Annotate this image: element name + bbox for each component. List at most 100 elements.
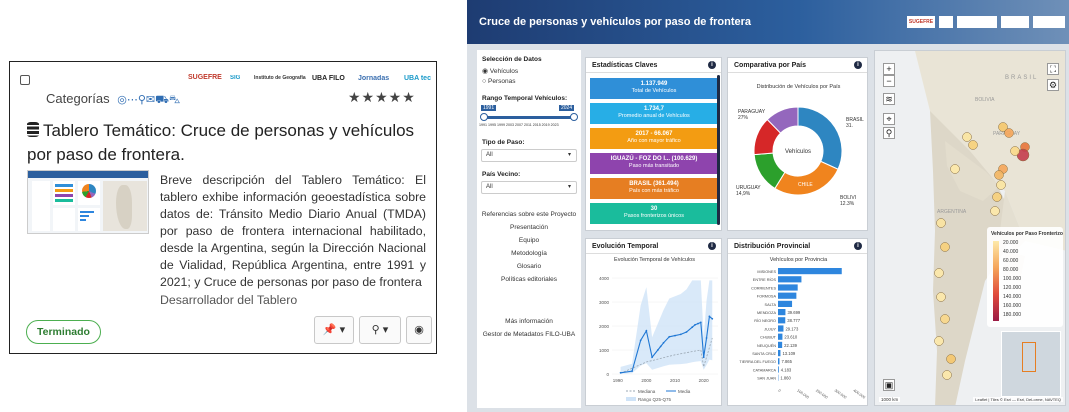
locate-icon[interactable]: ⌖	[883, 113, 895, 125]
radio-people[interactable]: ○ Personas	[482, 78, 516, 85]
bar-mendoza[interactable]	[778, 309, 786, 316]
bar-corrientes[interactable]	[778, 284, 798, 291]
x-tick-label: 2000	[641, 378, 652, 383]
border-crossing-marker[interactable]	[962, 132, 972, 142]
chat-icon[interactable]: ✉	[146, 94, 155, 106]
provincial-panel: Distribución Provincial i Vehículos por …	[727, 238, 868, 406]
logo-instituto: Instituto de Geografía "Romualdo Ardisso…	[254, 75, 306, 81]
bar-category-label: MENDOZA	[757, 311, 776, 315]
border-crossing-marker[interactable]	[936, 292, 946, 302]
pin-button[interactable]: 📌 ▾	[314, 316, 354, 344]
bar-jujuy[interactable]	[778, 325, 784, 332]
ellipsis-icon[interactable]: ⋯	[127, 94, 138, 106]
methodology-link[interactable]: Metodología	[477, 250, 581, 257]
map-pin-icon[interactable]: ⚲	[138, 94, 146, 106]
range-label: Rango Temporal Vehículos:	[482, 95, 568, 102]
pie-slice-paraguay[interactable]	[774, 160, 839, 196]
bar-category-label: SANTA CRUZ	[752, 352, 776, 356]
border-crossing-marker[interactable]	[992, 192, 1002, 202]
bar-salta[interactable]	[778, 300, 793, 307]
bar-category-label: RÍO NEGRO	[754, 319, 776, 323]
settings-icon[interactable]: ⚙	[1047, 79, 1059, 91]
zoom-out-button[interactable]: −	[883, 75, 895, 87]
bar-río-negro[interactable]	[778, 317, 786, 324]
cart-icon[interactable]: ⛍	[169, 94, 180, 106]
temporal-panel: Evolución Temporal i Evolución Temporal …	[585, 238, 722, 406]
editorial-policies-link[interactable]: Políticas editoriales	[477, 276, 581, 283]
bar-value-label: 1.860	[780, 376, 791, 381]
range-handle-end[interactable]	[570, 113, 578, 121]
border-crossing-marker[interactable]	[936, 218, 946, 228]
range-handle-start[interactable]	[480, 113, 488, 121]
border-crossing-marker[interactable]	[934, 336, 944, 346]
border-crossing-marker[interactable]	[934, 268, 944, 278]
info-icon[interactable]: i	[708, 242, 716, 250]
fullscreen-icon[interactable]: ⛶	[1047, 63, 1059, 75]
pass-type-select[interactable]: All ▾	[481, 149, 577, 162]
info-icon[interactable]: i	[854, 242, 862, 250]
metadata-link[interactable]: Gestor de Metadatos FILO-UBA	[477, 331, 581, 338]
range-slider[interactable]	[483, 116, 575, 119]
country-select[interactable]: All ▾	[481, 181, 577, 194]
bar-value-label: 29.173	[785, 326, 798, 331]
bar-entre-ríos[interactable]	[778, 276, 802, 283]
layers-icon[interactable]: ≋	[883, 93, 895, 105]
status-badge: Terminado	[26, 320, 101, 344]
glossary-link[interactable]: Glosario	[477, 263, 581, 270]
border-crossing-marker[interactable]	[990, 206, 1000, 216]
bar-x-tick: 100.000	[796, 389, 810, 400]
pie-slice-brasil[interactable]	[797, 106, 843, 170]
truck-icon[interactable]: ⛟	[155, 94, 169, 106]
bar-santa-cruz[interactable]	[778, 350, 781, 357]
stats-scrollbar[interactable]	[717, 75, 720, 225]
zoom-in-button[interactable]: +	[883, 63, 895, 75]
border-crossing-marker[interactable]	[1004, 128, 1014, 138]
legend-value: 100.000	[1003, 276, 1022, 282]
select-checkbox[interactable]	[20, 75, 30, 85]
bar-misiones[interactable]	[778, 268, 842, 275]
border-crossing-marker[interactable]	[950, 164, 960, 174]
border-crossing-marker[interactable]	[946, 354, 956, 364]
radio-vehicles[interactable]: ◉ Vehículos	[482, 67, 518, 75]
target-icon[interactable]: ◎	[117, 94, 127, 106]
presentation-link[interactable]: Presentación	[477, 224, 581, 231]
mean-point	[631, 370, 633, 373]
map-label-bolivia: BOLIVIA	[975, 97, 995, 103]
info-icon[interactable]: i	[854, 61, 862, 69]
bar-chubut[interactable]	[778, 333, 783, 340]
info-icon[interactable]: i	[708, 61, 716, 69]
stat-box: BRASIL (361.494) País con más tráfico	[590, 178, 718, 199]
border-crossing-marker[interactable]	[994, 170, 1004, 180]
dashboard-thumbnail[interactable]	[27, 170, 149, 234]
border-crossing-marker[interactable]	[1010, 146, 1020, 156]
border-crossing-marker[interactable]	[940, 314, 950, 324]
border-crossing-marker[interactable]	[996, 180, 1006, 190]
more-info-link[interactable]: Más información	[477, 318, 581, 325]
map-panel[interactable]: BRASIL BOLIVIA PARAGUAY ARGENTINA + − ≋ …	[874, 50, 1066, 406]
rating-stars[interactable]: ★★★★★	[348, 89, 416, 106]
globe-button[interactable]: ◉	[406, 316, 432, 344]
database-icon	[27, 122, 39, 137]
bar-x-tick: 200.000	[815, 389, 829, 400]
search-icon[interactable]: ⚲	[883, 127, 895, 139]
team-link[interactable]: Equipo	[477, 237, 581, 244]
legend-range: Rango Q25-Q75	[638, 397, 672, 402]
border-crossing-marker[interactable]	[968, 140, 978, 150]
stat-box: 1.734,7 Promedio anual de Vehículos	[590, 103, 718, 124]
references-link[interactable]: Referencias sobre este Proyecto	[477, 211, 581, 218]
bar-catamarca[interactable]	[778, 366, 779, 373]
border-crossing-marker[interactable]	[942, 370, 952, 380]
bar-value-label: 38.777	[787, 318, 800, 323]
share-button[interactable]: ⚲ ▾	[359, 316, 401, 344]
bar-formosa[interactable]	[778, 292, 797, 299]
map-attribution[interactable]: Leaflet | Tiles © Esri — Esri, DeLorme, …	[973, 397, 1063, 402]
border-crossing-marker[interactable]	[940, 242, 950, 252]
bar-neuquén[interactable]	[778, 341, 783, 348]
bar-x-tick: 400.000	[852, 389, 866, 400]
print-icon[interactable]: ▣	[883, 379, 895, 391]
bar-tierra-del-fuego[interactable]	[778, 358, 780, 365]
minimap[interactable]	[1001, 331, 1061, 397]
bar-value-label: 13.109	[782, 351, 795, 356]
categories-label: Categorías	[46, 91, 110, 106]
developer-label[interactable]: Desarrollador del Tablero	[160, 293, 297, 307]
